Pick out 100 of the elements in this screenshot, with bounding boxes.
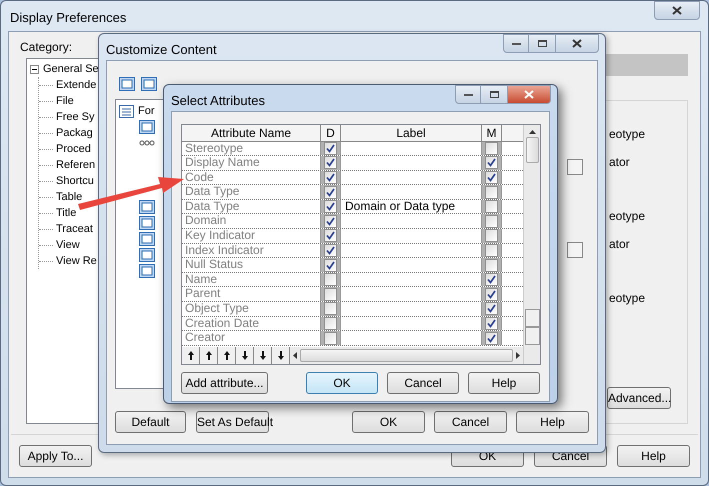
list-icon	[119, 104, 134, 118]
button[interactable]: Default	[115, 411, 186, 433]
scroll-thumb[interactable]	[526, 136, 538, 162]
option-label: eotype	[609, 290, 646, 307]
option-label: ator	[609, 236, 631, 253]
table-icon	[141, 77, 157, 91]
horizontal-scrollbar[interactable]	[290, 347, 523, 364]
minimize-button[interactable]	[503, 34, 529, 53]
tree-item[interactable]: Traceat	[56, 220, 93, 238]
table-icon	[139, 120, 155, 134]
scroll-up-icon	[528, 130, 536, 134]
move-down-button[interactable]	[272, 347, 290, 364]
table-icon	[119, 77, 135, 91]
move-up-button[interactable]	[200, 347, 218, 364]
checkbox[interactable]	[324, 214, 337, 228]
lookup-button[interactable]	[567, 242, 583, 258]
tree-item[interactable]: Packag	[56, 124, 93, 142]
checkbox[interactable]	[324, 258, 337, 272]
column-header[interactable]: Attribute Name	[182, 124, 321, 140]
move-up-button[interactable]	[182, 347, 200, 364]
button[interactable]: Advanced...	[607, 387, 671, 409]
checkbox[interactable]	[324, 156, 337, 170]
button[interactable]: Help	[516, 411, 589, 433]
checkbox[interactable]	[485, 273, 498, 286]
column-header[interactable]: M	[482, 124, 502, 140]
maximize-button[interactable]	[529, 34, 555, 53]
tree-item[interactable]: Table	[56, 188, 82, 206]
checkbox[interactable]	[324, 200, 337, 214]
checkbox[interactable]	[324, 186, 337, 199]
table-icon	[139, 248, 155, 262]
checkbox[interactable]	[324, 170, 337, 184]
down-arrow-icon	[240, 350, 248, 361]
up-arrow-icon	[204, 350, 212, 361]
column-header[interactable]: D	[321, 124, 341, 140]
checkbox[interactable]	[324, 332, 337, 345]
close-button[interactable]	[654, 1, 700, 20]
up-arrow-icon	[222, 350, 230, 361]
button[interactable]: Cancel	[434, 411, 507, 433]
button[interactable]: Cancel	[387, 372, 459, 394]
scroll-left-icon	[293, 352, 297, 359]
checkbox[interactable]	[485, 200, 498, 214]
tree-item[interactable]: View	[56, 236, 80, 254]
checkbox[interactable]	[324, 229, 337, 242]
tree-item[interactable]: Extende	[56, 76, 96, 94]
minimize-button[interactable]	[455, 85, 481, 104]
checkbox[interactable]	[324, 302, 337, 316]
window-title: Display Preferences	[10, 9, 126, 27]
window-title: Customize Content	[106, 41, 217, 59]
collapse-icon[interactable]	[30, 64, 39, 74]
tree-item[interactable]: Title	[56, 204, 76, 222]
option-label: eotype	[609, 126, 646, 143]
tree-item[interactable]: Proced	[56, 140, 91, 158]
tree-item[interactable]: Free Sy	[56, 108, 95, 126]
tree-item[interactable]: Shortcu	[56, 172, 94, 190]
close-button[interactable]	[555, 34, 599, 53]
button[interactable]: Help	[617, 445, 690, 467]
category-label: Category:	[20, 39, 72, 56]
checkbox[interactable]	[485, 258, 498, 272]
column-header[interactable]: Label	[341, 124, 482, 140]
button[interactable]: Help	[468, 372, 540, 394]
tree-item[interactable]: File	[56, 92, 74, 110]
close-icon	[572, 39, 582, 48]
checkbox[interactable]	[485, 229, 498, 242]
maximize-button[interactable]	[481, 85, 507, 104]
move-up-button[interactable]	[218, 347, 236, 364]
link-icon	[139, 140, 155, 146]
checkbox[interactable]	[485, 316, 498, 330]
checkbox[interactable]	[324, 288, 337, 301]
tree-item[interactable]: Referen	[56, 156, 96, 174]
tree-item[interactable]: General Se	[43, 60, 99, 78]
lookup-button[interactable]	[567, 159, 583, 175]
table-icon	[139, 232, 155, 246]
button[interactable]: OK	[352, 411, 425, 433]
checkbox[interactable]	[485, 170, 498, 184]
checkbox[interactable]	[485, 142, 498, 155]
checkbox[interactable]	[324, 244, 337, 257]
checkbox[interactable]	[485, 214, 498, 228]
tree-item[interactable]: View Re	[56, 252, 97, 270]
checkbox[interactable]	[324, 142, 337, 155]
checkbox[interactable]	[324, 316, 337, 330]
scroll-thumb[interactable]	[300, 349, 513, 362]
close-button[interactable]	[507, 85, 551, 104]
close-icon	[672, 6, 682, 15]
scroll-right-icon	[516, 352, 520, 359]
checkbox[interactable]	[485, 244, 498, 257]
button[interactable]: OK	[306, 372, 378, 394]
table-icon	[139, 264, 155, 278]
checkbox[interactable]	[485, 186, 498, 199]
move-down-button[interactable]	[236, 347, 254, 364]
move-down-button[interactable]	[254, 347, 272, 364]
checkbox[interactable]	[485, 156, 498, 170]
tree-item[interactable]: For	[138, 102, 154, 120]
button[interactable]: Apply To...	[19, 445, 92, 467]
checkbox[interactable]	[485, 302, 498, 316]
down-arrow-icon	[276, 350, 284, 361]
vertical-scrollbar[interactable]	[523, 124, 540, 364]
checkbox[interactable]	[324, 273, 337, 286]
checkbox[interactable]	[485, 332, 498, 345]
button[interactable]: Add attribute...	[181, 372, 268, 394]
checkbox[interactable]	[485, 288, 498, 301]
